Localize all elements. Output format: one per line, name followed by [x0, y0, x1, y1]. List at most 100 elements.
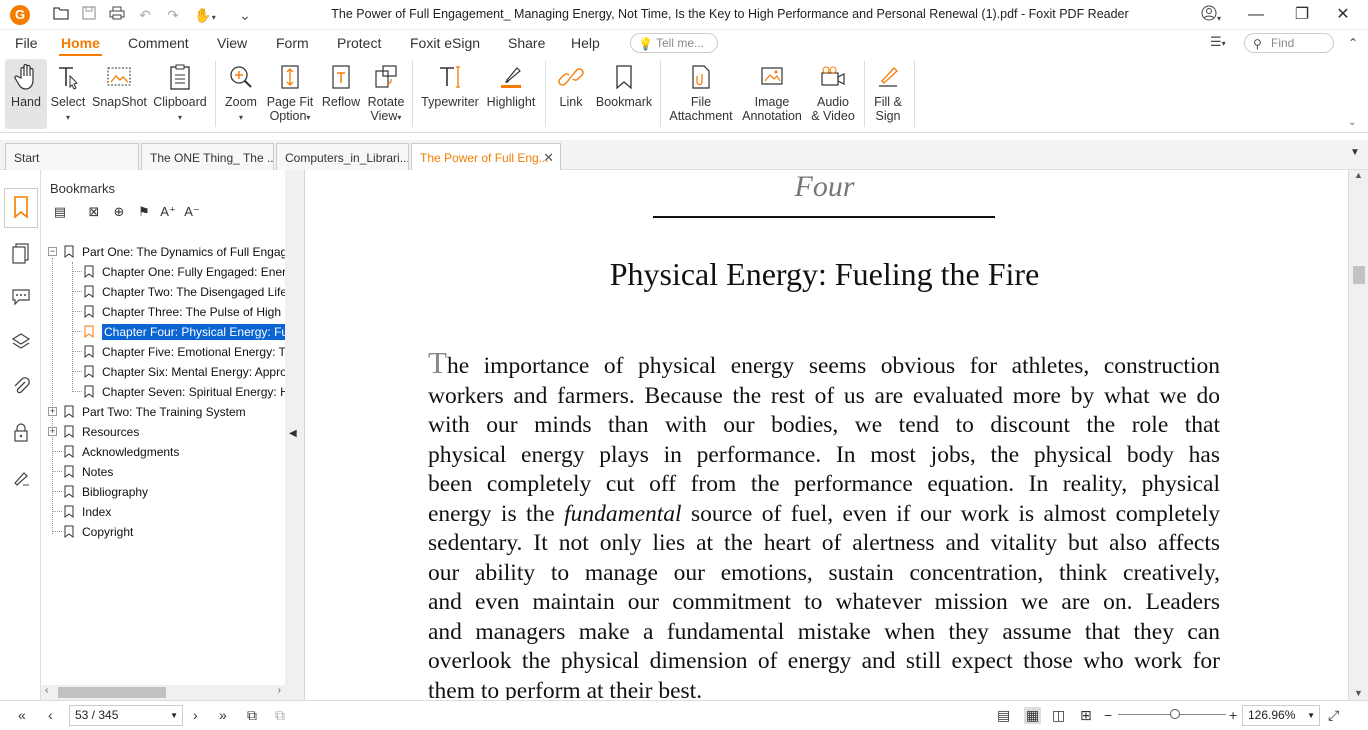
add-bookmark-icon[interactable]: ⊕ — [110, 204, 128, 222]
zoom-in-icon[interactable]: + — [1229, 707, 1237, 723]
bookmark-item[interactable]: Bibliography — [64, 482, 148, 502]
restore-button[interactable]: ❐ — [1279, 0, 1325, 30]
bookmark-item-selected[interactable]: Chapter Four: Physical Energy: Fueling t… — [84, 322, 285, 342]
bookmark-item[interactable]: Notes — [64, 462, 113, 482]
next-page-icon[interactable]: › — [193, 707, 198, 723]
scrollbar-thumb[interactable] — [1353, 266, 1365, 284]
bookmark-item[interactable]: Acknowledgments — [64, 442, 179, 462]
highlight-button[interactable]: Highlight — [484, 59, 538, 129]
previous-page-icon[interactable]: ‹ — [48, 707, 53, 723]
ribbon-scroll-icon[interactable]: ⌄ — [1348, 117, 1356, 128]
first-page-icon[interactable]: « — [18, 707, 26, 723]
hand-tool-quick-icon[interactable]: ✋▾ — [194, 5, 216, 25]
bookmark-button[interactable]: Bookmark — [594, 59, 654, 129]
page-number-input[interactable]: 53 / 345 ▼ — [69, 705, 183, 726]
zoom-out-icon[interactable]: − — [1104, 707, 1112, 723]
attachments-panel-icon[interactable] — [8, 376, 34, 402]
comments-panel-icon[interactable] — [8, 286, 34, 312]
scroll-down-icon[interactable]: ▼ — [1354, 688, 1363, 698]
menu-file[interactable]: File — [15, 35, 38, 51]
signature-panel-icon[interactable] — [8, 468, 34, 494]
menu-foxit-esign[interactable]: Foxit eSign — [410, 35, 480, 51]
fill-sign-button[interactable]: Fill & Sign — [868, 59, 908, 129]
font-larger-icon[interactable]: A⁺ — [159, 204, 177, 222]
hand-tool-button[interactable]: Hand — [5, 59, 47, 129]
tab-list-dropdown-icon[interactable]: ▼ — [1350, 147, 1360, 158]
tab-start[interactable]: Start — [5, 143, 139, 170]
clipboard-button[interactable]: Clipboard ▾ — [152, 59, 208, 129]
search-options-icon[interactable]: ☰▾ — [1210, 34, 1226, 50]
file-attachment-button[interactable]: File Attachment — [666, 59, 736, 129]
bookmark-item[interactable]: Resources — [64, 422, 139, 442]
expand-part-two-toggle[interactable]: + — [48, 407, 57, 416]
menu-form[interactable]: Form — [276, 35, 309, 51]
last-page-icon[interactable]: » — [219, 707, 227, 723]
select-tool-button[interactable]: Select ▾ — [50, 59, 86, 129]
customize-toolbar-icon[interactable]: ⌄ — [234, 5, 256, 25]
facing-view-icon[interactable]: ◫ — [1052, 707, 1065, 724]
menu-view[interactable]: View — [217, 35, 247, 51]
open-folder-icon[interactable] — [50, 5, 72, 25]
find-input[interactable]: ⚲ Find — [1244, 33, 1334, 53]
bookmark-item[interactable]: Part Two: The Training System — [64, 402, 246, 422]
bookmarks-horizontal-scrollbar[interactable]: ‹ › — [41, 685, 285, 700]
zoom-level-input[interactable]: 126.96% ▼ — [1242, 705, 1320, 726]
collapse-part-one-toggle[interactable]: − — [48, 247, 57, 256]
delete-bookmark-icon[interactable]: ⊠ — [85, 204, 103, 222]
bookmark-item[interactable]: Chapter Six: Mental Energy: Appropriate … — [84, 362, 285, 382]
scroll-left-icon[interactable]: ‹ — [45, 685, 48, 696]
account-icon[interactable]: ▾ — [1196, 5, 1226, 25]
font-smaller-icon[interactable]: A⁻ — [183, 204, 201, 222]
image-annotation-button[interactable]: Image Annotation — [740, 59, 804, 129]
scroll-right-icon[interactable]: › — [278, 685, 281, 696]
tab-power-of-full-engagement[interactable]: The Power of Full Eng... ✕ — [411, 143, 561, 170]
layers-panel-icon[interactable] — [8, 332, 34, 358]
close-window-button[interactable]: ✕ — [1320, 0, 1366, 30]
single-page-view-icon[interactable]: ▤ — [997, 707, 1010, 724]
tell-me-search[interactable]: 💡 Tell me... — [630, 33, 718, 53]
reflow-button[interactable]: Reflow — [320, 59, 362, 129]
ribbon-collapse-icon[interactable]: ⌃ — [1348, 36, 1358, 50]
undo-icon[interactable]: ↶ — [134, 5, 156, 25]
scrollbar-thumb[interactable] — [58, 687, 166, 698]
bookmark-item[interactable]: Chapter Five: Emotional Energy: Transfor… — [84, 342, 285, 362]
menu-protect[interactable]: Protect — [337, 35, 381, 51]
expand-resources-toggle[interactable]: + — [48, 427, 57, 436]
scroll-up-icon[interactable]: ▲ — [1354, 170, 1363, 180]
typewriter-button[interactable]: Typewriter — [420, 59, 480, 129]
security-panel-icon[interactable] — [8, 422, 34, 448]
audio-video-button[interactable]: Audio & Video — [808, 59, 858, 129]
redo-icon[interactable]: ↷ — [162, 5, 184, 25]
bookmark-item[interactable]: Chapter Seven: Spiritual Energy: He — [84, 382, 285, 402]
previous-view-icon[interactable]: ⧉ — [247, 707, 257, 724]
bookmark-goto-icon[interactable]: ⚑ — [135, 204, 153, 222]
bookmark-options-icon[interactable]: ▤ — [51, 204, 69, 222]
rotate-view-button[interactable]: Rotate View▾ — [366, 59, 406, 129]
bookmark-item[interactable]: Chapter Three: The Pulse of High Perform… — [84, 302, 285, 322]
document-vertical-scrollbar[interactable]: ▲ ▼ — [1348, 170, 1368, 700]
collapse-panel-icon[interactable]: ◀ — [289, 428, 297, 439]
bookmark-item[interactable]: Chapter One: Fully Engaged: Energy, Not … — [84, 262, 285, 282]
bookmark-item[interactable]: Part One: The Dynamics of Full Engagemen… — [64, 242, 285, 262]
page-dropdown-icon[interactable]: ▼ — [170, 706, 178, 725]
menu-comment[interactable]: Comment — [128, 35, 189, 51]
menu-share[interactable]: Share — [508, 35, 545, 51]
save-icon[interactable] — [78, 5, 100, 25]
snapshot-button[interactable]: SnapShot — [92, 59, 147, 129]
zoom-button[interactable]: Zoom ▾ — [222, 59, 260, 129]
panel-collapse-bar[interactable]: ◀ — [285, 170, 305, 700]
bookmark-item[interactable]: Index — [64, 502, 111, 522]
tab-computers-in-libraries[interactable]: Computers_in_Librari... — [276, 143, 409, 170]
bookmark-item[interactable]: Chapter Two: The Disengaged Life — [84, 282, 285, 302]
pages-panel-icon[interactable] — [8, 242, 34, 268]
bookmarks-panel-button[interactable] — [4, 188, 38, 228]
document-view[interactable]: Four Physical Energy: Fueling the Fire T… — [306, 170, 1343, 700]
continuous-view-icon[interactable]: ▦ — [1024, 707, 1042, 724]
minimize-button[interactable]: — — [1233, 0, 1279, 30]
menu-help[interactable]: Help — [571, 35, 600, 51]
zoom-slider-thumb[interactable] — [1170, 709, 1180, 719]
menu-home[interactable]: Home — [59, 35, 102, 56]
next-view-icon[interactable]: ⧉ — [275, 707, 285, 724]
zoom-dropdown-icon[interactable]: ▼ — [1307, 706, 1315, 725]
close-tab-icon[interactable]: ✕ — [543, 150, 554, 166]
